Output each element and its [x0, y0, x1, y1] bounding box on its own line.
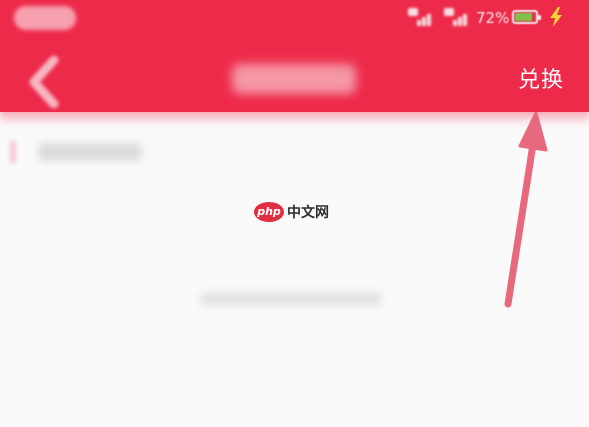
- signal-hd-icon: [408, 8, 432, 26]
- empty-message: [200, 292, 382, 306]
- section-indicator: [10, 141, 16, 163]
- header-edge: [0, 100, 589, 126]
- battery-icon: [512, 10, 541, 24]
- back-button[interactable]: [24, 55, 64, 109]
- battery-percent: 72%: [476, 9, 510, 27]
- wifi-signal-icon: [444, 8, 468, 26]
- watermark-text: 中文网: [287, 205, 329, 221]
- section-label: [38, 143, 142, 161]
- watermark-badge: php: [257, 205, 281, 218]
- chevron-left-icon: [29, 55, 59, 109]
- page-title: [232, 64, 356, 94]
- php-logo-icon: php: [254, 202, 284, 222]
- charging-bolt-icon: [550, 7, 562, 27]
- exchange-button[interactable]: 兑换: [518, 64, 564, 98]
- status-time: [14, 6, 76, 30]
- watermark: php 中文网: [254, 202, 329, 222]
